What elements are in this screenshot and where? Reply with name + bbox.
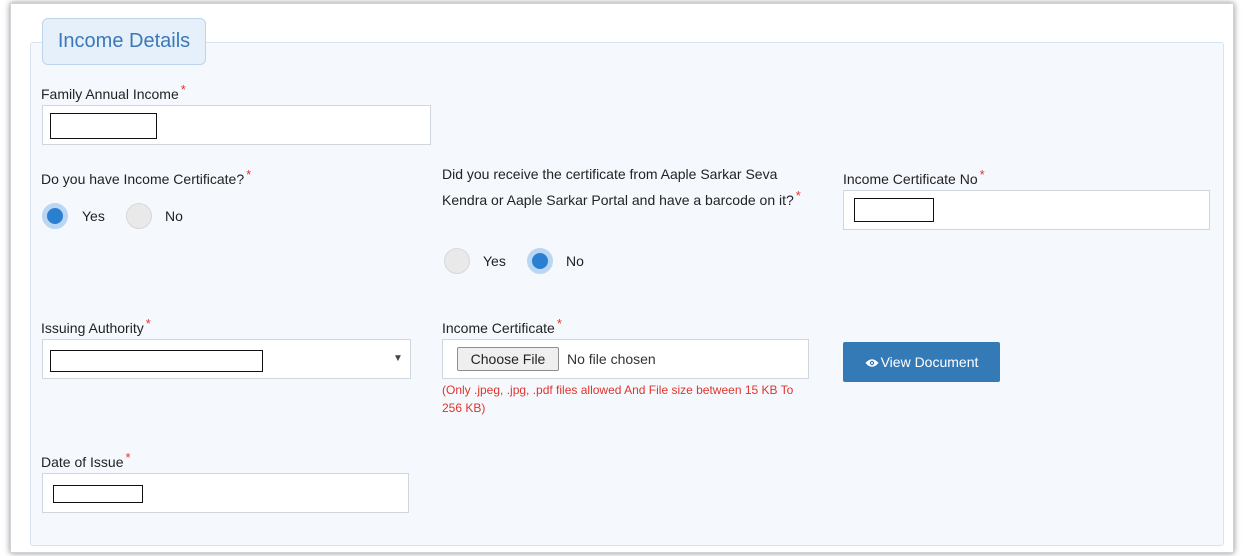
required-marker: * — [979, 167, 985, 182]
issuing-authority-label: Issuing Authority * — [41, 313, 151, 339]
required-marker: * — [145, 316, 151, 331]
required-marker: * — [246, 167, 252, 182]
choose-file-button[interactable]: Choose File — [457, 347, 559, 371]
section-legend: Income Details — [42, 18, 206, 65]
date-of-issue-label-text: Date of Issue — [41, 454, 124, 470]
view-document-label: View Document — [880, 354, 979, 370]
form-card: Income Details Family Annual Income * Do … — [10, 3, 1234, 553]
has-certificate-no-label: No — [165, 208, 183, 224]
date-of-issue-field[interactable] — [42, 473, 409, 513]
has-certificate-no-radio[interactable] — [126, 203, 152, 229]
chevron-down-icon: ▼ — [393, 353, 403, 364]
required-marker: * — [180, 82, 186, 97]
barcode-label-text: Did you receive the certificate from Aap… — [442, 166, 794, 208]
certificate-no-input[interactable] — [854, 198, 934, 222]
has-certificate-label-text: Do you have Income Certificate? — [41, 171, 245, 187]
certificate-no-field[interactable] — [843, 190, 1210, 230]
income-certificate-label: Income Certificate * — [442, 313, 562, 339]
certificate-no-label: Income Certificate No * — [843, 164, 985, 190]
required-marker: * — [125, 450, 131, 465]
barcode-label: Did you receive the certificate from Aap… — [442, 163, 812, 211]
barcode-no-label: No — [566, 253, 584, 269]
family-income-label-text: Family Annual Income — [41, 86, 179, 102]
required-marker: * — [795, 188, 801, 203]
barcode-no-radio[interactable] — [527, 248, 553, 274]
has-certificate-label: Do you have Income Certificate? * — [41, 164, 251, 190]
family-income-label: Family Annual Income * — [41, 79, 186, 105]
has-certificate-yes-label: Yes — [82, 208, 105, 224]
issuing-authority-select[interactable]: ▼ — [42, 339, 411, 379]
issuing-authority-label-text: Issuing Authority — [41, 320, 144, 336]
file-upload-field[interactable]: Choose File No file chosen — [442, 339, 809, 379]
required-marker: * — [556, 316, 562, 331]
view-document-button[interactable]: View Document — [843, 342, 1000, 382]
barcode-yes-radio[interactable] — [444, 248, 470, 274]
issuing-authority-value[interactable] — [50, 350, 263, 372]
date-of-issue-input[interactable] — [53, 485, 143, 503]
date-of-issue-label: Date of Issue * — [41, 447, 131, 473]
file-status: No file chosen — [567, 351, 656, 367]
barcode-yes-label: Yes — [483, 253, 506, 269]
file-hint: (Only .jpeg, .jpg, .pdf files allowed An… — [442, 383, 794, 415]
family-income-field[interactable] — [42, 105, 431, 145]
eye-icon — [865, 358, 879, 368]
certificate-no-label-text: Income Certificate No — [843, 171, 978, 187]
income-certificate-label-text: Income Certificate — [442, 320, 555, 336]
family-income-input[interactable] — [50, 113, 157, 139]
has-certificate-yes-radio[interactable] — [42, 203, 68, 229]
